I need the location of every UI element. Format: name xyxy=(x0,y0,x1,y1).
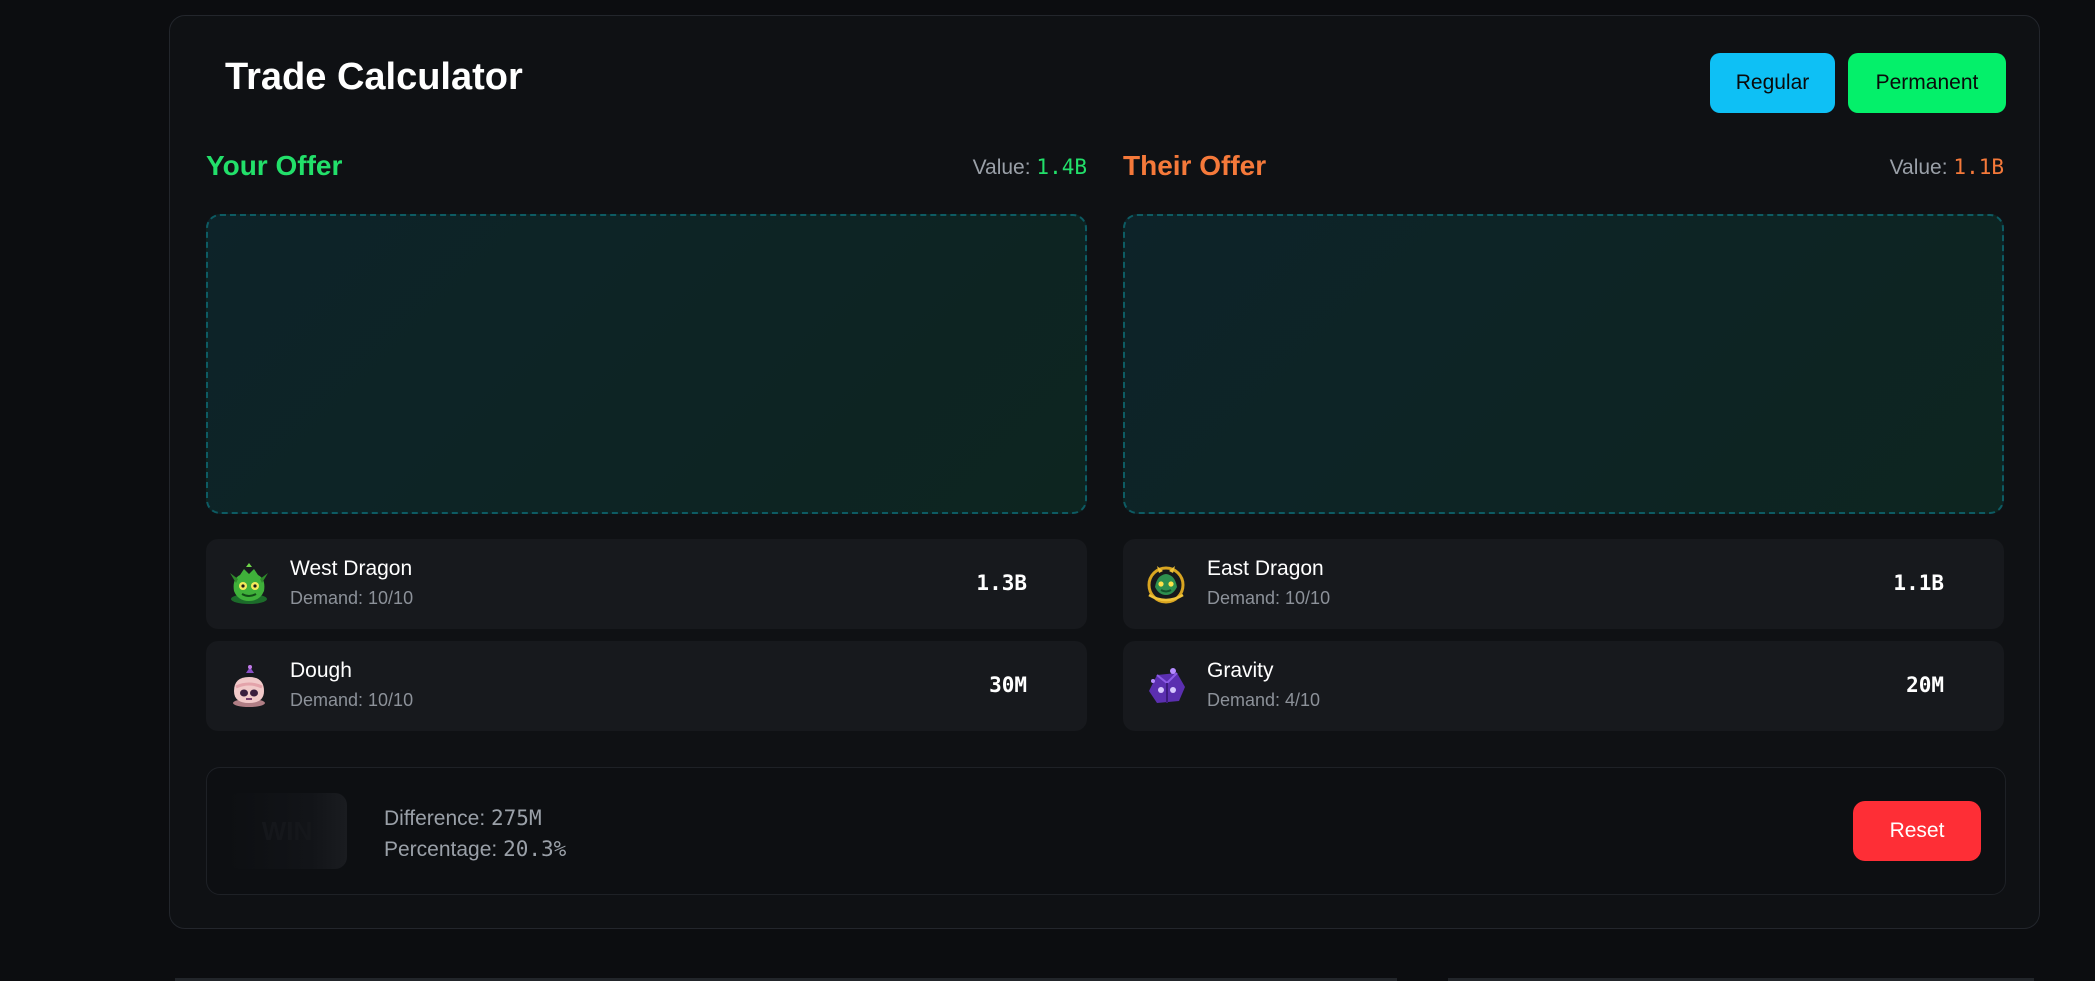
item-name: Gravity xyxy=(1207,659,1274,682)
their-offer-item[interactable]: East Dragon Demand: 10/10 1.1B xyxy=(1123,539,2004,629)
page-title: Trade Calculator xyxy=(225,56,523,98)
item-name: West Dragon xyxy=(290,557,413,580)
difference-value: 275M xyxy=(491,806,542,830)
their-offer-dropzone[interactable] xyxy=(1123,214,2004,514)
their-offer-title: Their Offer xyxy=(1123,150,1267,181)
difference-stat: Difference: 275M xyxy=(384,806,542,830)
their-offer-value-label: Value: xyxy=(1889,156,1948,179)
item-demand: Demand: 10/10 xyxy=(290,690,414,710)
trade-calculator-panel: Trade Calculator Regular Permanent Your … xyxy=(169,15,2040,929)
dough-icon xyxy=(233,665,265,707)
your-offer-title: Your Offer xyxy=(206,150,343,181)
trade-result-bar: WIN Difference: 275M Percentage: 20.3% R… xyxy=(206,767,2006,895)
their-offer-value-amount: 1.1B xyxy=(1953,155,2004,179)
west-dragon-icon xyxy=(230,563,268,604)
their-offer-value: Value: 1.1B xyxy=(1889,155,2004,179)
your-offer-dropzone[interactable] xyxy=(206,214,1087,514)
their-offer-item[interactable]: Gravity Demand: 4/10 20M xyxy=(1123,641,2004,731)
item-price: 30M xyxy=(989,673,1027,697)
item-demand: Demand: 10/10 xyxy=(290,588,414,608)
item-price: 1.1B xyxy=(1893,571,1944,595)
item-price: 1.3B xyxy=(976,571,1027,595)
gravity-icon xyxy=(1149,668,1185,703)
item-name: Dough xyxy=(290,659,352,682)
item-demand: Demand: 4/10 xyxy=(1207,690,1321,710)
item-demand: Demand: 10/10 xyxy=(1207,588,1331,608)
percentage-value: 20.3% xyxy=(503,837,567,861)
regular-mode-button[interactable]: Regular xyxy=(1710,53,1835,113)
east-dragon-icon xyxy=(1147,566,1185,604)
verdict-badge: WIN xyxy=(227,793,347,869)
permanent-mode-button[interactable]: Permanent xyxy=(1848,53,2006,113)
percentage-stat: Percentage: 20.3% xyxy=(384,837,567,861)
difference-label: Difference: xyxy=(384,807,486,830)
your-offer-value-amount: 1.4B xyxy=(1036,155,1087,179)
your-offer-value: Value: 1.4B xyxy=(972,155,1087,179)
your-offer-item[interactable]: West Dragon Demand: 10/10 1.3B xyxy=(206,539,1087,629)
reset-button[interactable]: Reset xyxy=(1853,801,1981,861)
percentage-label: Percentage: xyxy=(384,838,498,861)
your-offer-item[interactable]: Dough Demand: 10/10 30M xyxy=(206,641,1087,731)
your-offer-value-label: Value: xyxy=(972,156,1031,179)
item-price: 20M xyxy=(1906,673,1944,697)
item-name: East Dragon xyxy=(1207,557,1324,580)
